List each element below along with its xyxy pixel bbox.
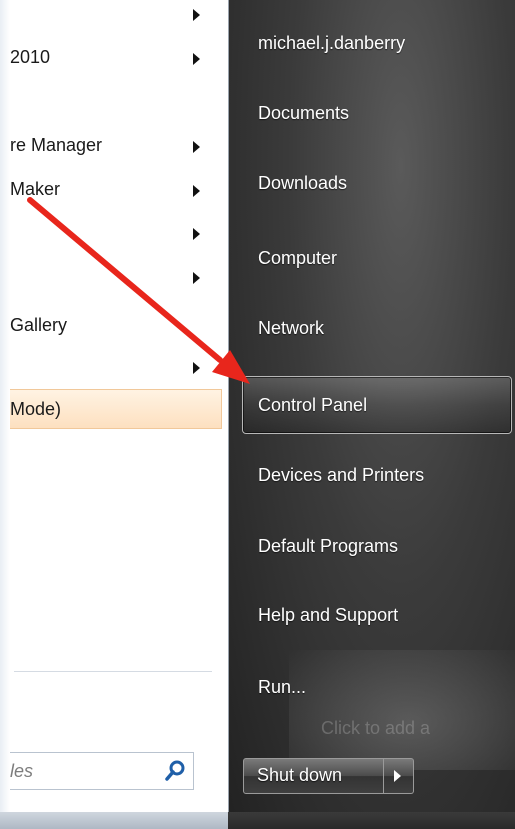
- bottom-frame-dark: [228, 812, 515, 829]
- program-item-highlighted[interactable]: Mode): [10, 389, 222, 429]
- user-folder-link[interactable]: michael.j.danberry: [258, 33, 405, 54]
- program-item-2010[interactable]: 2010: [10, 47, 50, 68]
- computer-link[interactable]: Computer: [258, 248, 337, 269]
- bottom-frame: [0, 812, 515, 829]
- background-haze: [289, 650, 515, 770]
- submenu-arrow-icon[interactable]: [193, 141, 200, 153]
- magnifier-icon[interactable]: [163, 759, 187, 783]
- programs-divider: [14, 671, 212, 672]
- program-item-highlighted-label: Mode): [10, 399, 62, 419]
- shut-down-options-button[interactable]: [384, 758, 414, 794]
- search-placeholder: les: [10, 761, 34, 781]
- search-input[interactable]: les: [10, 752, 194, 790]
- program-item-maker[interactable]: Maker: [10, 179, 60, 200]
- submenu-arrow-icon[interactable]: [193, 272, 200, 284]
- programs-pane: 2010 re Manager Maker Gallery Mode) les: [0, 0, 228, 829]
- devices-and-printers-link[interactable]: Devices and Printers: [258, 465, 424, 486]
- downloads-link[interactable]: Downloads: [258, 173, 347, 194]
- shut-down-label: Shut down: [257, 765, 343, 785]
- pane-edge: [0, 0, 10, 829]
- submenu-arrow-icon[interactable]: [193, 53, 200, 65]
- submenu-arrow-icon[interactable]: [193, 362, 200, 374]
- ghost-text: Click to add a: [321, 718, 431, 738]
- submenu-arrow-icon[interactable]: [193, 185, 200, 197]
- default-programs-link[interactable]: Default Programs: [258, 536, 398, 557]
- run-link[interactable]: Run...: [258, 677, 306, 698]
- program-item-gallery[interactable]: Gallery: [10, 315, 67, 336]
- help-and-support-link[interactable]: Help and Support: [258, 605, 398, 626]
- chevron-right-icon: [394, 770, 401, 782]
- submenu-arrow-icon[interactable]: [193, 228, 200, 240]
- documents-link[interactable]: Documents: [258, 103, 349, 124]
- shut-down-button[interactable]: Shut down: [243, 758, 384, 794]
- program-item-manager[interactable]: re Manager: [10, 135, 102, 156]
- network-link[interactable]: Network: [258, 318, 324, 339]
- submenu-arrow-icon[interactable]: [193, 9, 200, 21]
- control-panel-link[interactable]: Control Panel: [258, 395, 367, 416]
- start-menu-screenshot: 2010 re Manager Maker Gallery Mode) les …: [0, 0, 515, 829]
